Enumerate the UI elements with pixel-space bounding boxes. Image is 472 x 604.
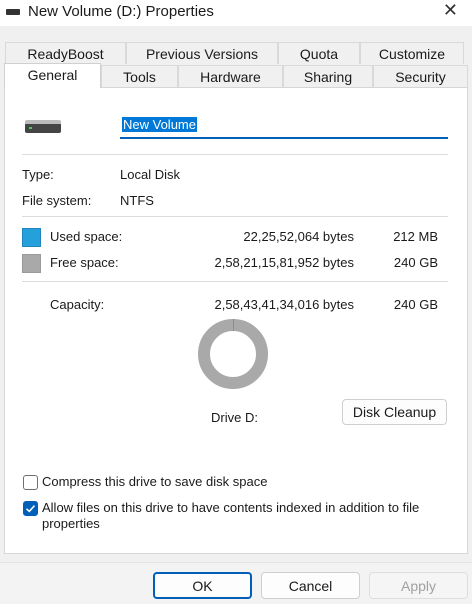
type-value: Local Disk xyxy=(120,167,180,182)
tab-hardware[interactable]: Hardware xyxy=(178,65,283,87)
tab-readyboost[interactable]: ReadyBoost xyxy=(5,42,126,64)
separator xyxy=(22,154,448,155)
free-space-label: Free space: xyxy=(50,255,119,270)
ok-button[interactable]: OK xyxy=(153,572,252,599)
tab-tools[interactable]: Tools xyxy=(101,65,178,87)
close-icon[interactable]: ✕ xyxy=(443,0,458,21)
disk-cleanup-button[interactable]: Disk Cleanup xyxy=(342,399,447,425)
compress-label: Compress this drive to save disk space xyxy=(42,474,268,489)
general-panel: New Volume Type: Local Disk File system:… xyxy=(4,87,468,554)
file-system-value: NTFS xyxy=(120,193,154,208)
compress-checkbox[interactable] xyxy=(23,475,38,490)
separator xyxy=(22,281,448,282)
apply-button[interactable]: Apply xyxy=(369,572,468,599)
capacity-label: Capacity: xyxy=(50,297,105,312)
index-label-line2: properties xyxy=(42,516,100,531)
capacity-size: 240 GB xyxy=(393,297,438,312)
tab-general[interactable]: General xyxy=(4,63,101,88)
index-checkbox[interactable] xyxy=(23,501,38,516)
used-space-arc xyxy=(232,319,234,332)
used-space-bytes: 22,25,52,064 bytes xyxy=(243,229,354,244)
separator xyxy=(22,216,448,217)
drive-label: Drive D: xyxy=(211,410,258,425)
used-space-swatch xyxy=(22,228,41,247)
tab-quota[interactable]: Quota xyxy=(278,42,360,64)
tab-customize[interactable]: Customize xyxy=(360,42,464,64)
file-system-label: File system: xyxy=(22,193,92,208)
cancel-button[interactable]: Cancel xyxy=(261,572,360,599)
tab-previous-versions[interactable]: Previous Versions xyxy=(126,42,278,64)
free-space-bytes: 2,58,21,15,81,952 bytes xyxy=(214,255,354,270)
drive-icon xyxy=(6,9,20,15)
type-label: Type: xyxy=(22,167,54,182)
tab-security[interactable]: Security xyxy=(373,65,468,87)
checkmark-icon xyxy=(25,505,36,513)
capacity-bytes: 2,58,43,41,34,016 bytes xyxy=(214,297,354,312)
used-space-size: 212 MB xyxy=(393,229,438,244)
tab-sharing[interactable]: Sharing xyxy=(283,65,373,87)
index-label-line1: Allow files on this drive to have conten… xyxy=(42,500,420,515)
used-space-label: Used space: xyxy=(50,229,123,244)
volume-name-input[interactable]: New Volume xyxy=(120,113,448,139)
volume-name-text: New Volume xyxy=(122,117,197,132)
free-space-swatch xyxy=(22,254,41,273)
hard-drive-icon xyxy=(25,120,61,133)
free-space-size: 240 GB xyxy=(393,255,438,270)
title-bar: New Volume (D:) Properties ✕ xyxy=(0,0,472,26)
window-title: New Volume (D:) Properties xyxy=(28,3,214,20)
